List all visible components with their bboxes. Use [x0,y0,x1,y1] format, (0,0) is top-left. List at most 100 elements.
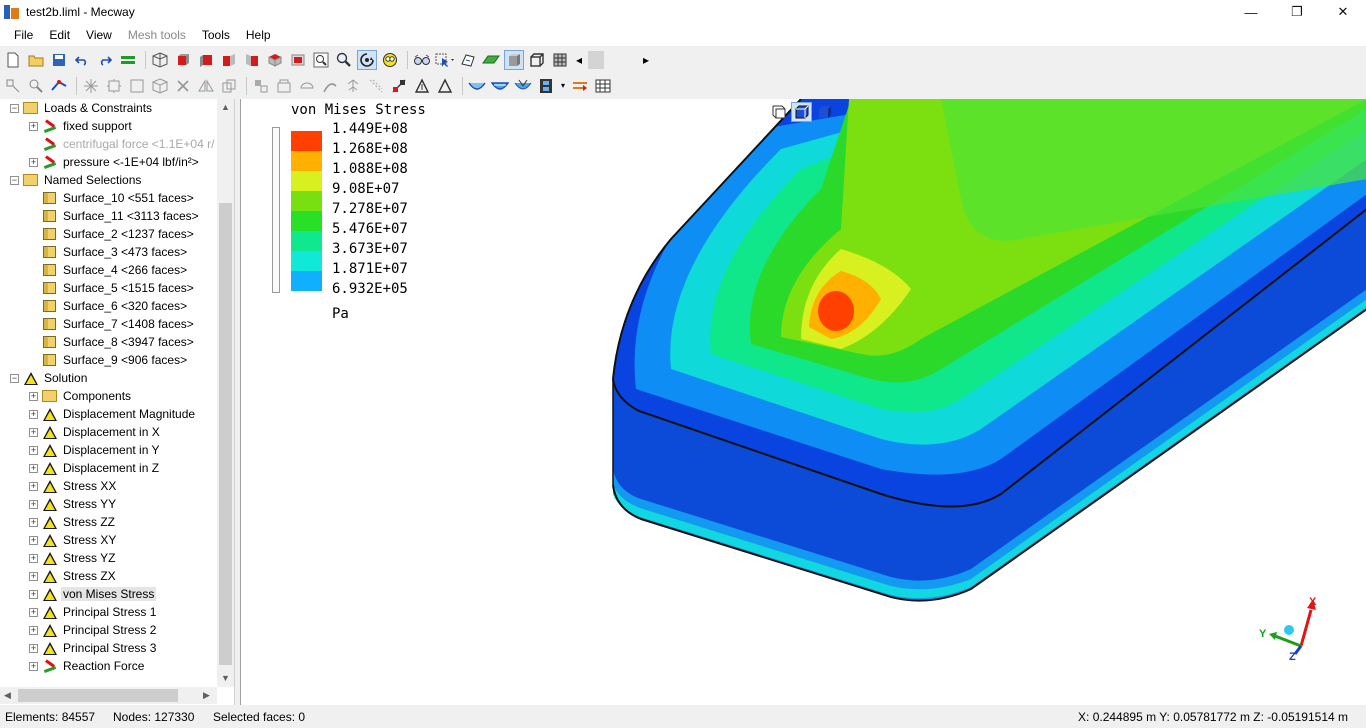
select-elements-icon[interactable] [26,76,46,96]
tree-expander-icon[interactable]: + [29,535,38,545]
new-file-icon[interactable] [3,50,23,70]
scroll-down-arrow-icon[interactable]: ▼ [221,673,230,683]
tree-item[interactable]: + Displacement in X [0,423,217,441]
close-button[interactable]: ✕ [1320,0,1366,24]
rotate-icon[interactable] [357,50,377,70]
select-faces-icon[interactable] [49,76,69,96]
copy-icon[interactable] [219,76,239,96]
sweep-icon[interactable] [366,76,386,96]
select-box-icon[interactable] [458,50,478,70]
split-icon[interactable] [412,76,432,96]
tree-item[interactable]: + Reaction Force [0,657,217,675]
tree-item[interactable]: + Stress YY [0,495,217,513]
tree-expander-icon[interactable]: + [29,409,38,419]
undo-icon[interactable] [72,50,92,70]
scale-icon[interactable] [274,76,294,96]
tree-expander-icon[interactable]: + [29,427,38,437]
left-view-icon[interactable] [219,50,239,70]
tree-expander-icon[interactable]: + [29,391,38,401]
top-view-icon[interactable] [265,50,285,70]
menu-edit[interactable]: Edit [41,24,78,46]
tree-expander-icon[interactable]: + [29,157,38,167]
cube-outline-icon[interactable] [150,76,170,96]
extrude-icon[interactable] [320,76,340,96]
tree-item[interactable]: centrifugal force <1.1E+04 r/ [0,135,217,153]
tree-item[interactable]: Surface_10 <551 faces> [0,189,217,207]
tetra-icon[interactable] [435,76,455,96]
menu-mesh-tools[interactable]: Mesh tools [120,24,194,46]
tree-expander-icon[interactable]: − [10,373,19,383]
hidden-lines-icon[interactable] [550,50,570,70]
tree-expander-icon[interactable]: + [29,643,38,653]
tree-expander-icon[interactable]: + [29,571,38,581]
shaded-edges-view-icon[interactable] [791,102,812,122]
menu-tools[interactable]: Tools [194,24,238,46]
animate-icon[interactable] [513,76,533,96]
tree-item[interactable]: Surface_8 <3947 faces> [0,333,217,351]
tree-item[interactable]: − Solution [0,369,217,387]
tree-item[interactable]: − Named Selections [0,171,217,189]
pan-icon[interactable] [380,50,400,70]
node-icon[interactable] [81,76,101,96]
tree-item[interactable]: + Displacement in Y [0,441,217,459]
tree-item[interactable]: + Principal Stress 1 [0,603,217,621]
select-all-icon[interactable] [127,76,147,96]
table-icon[interactable] [593,76,613,96]
tree-item[interactable]: + Components [0,387,217,405]
tree-expander-icon[interactable]: + [29,121,38,131]
merge-icon[interactable] [389,76,409,96]
toolbar-scroll-right[interactable]: ▸ [640,50,652,70]
zoom-icon[interactable] [334,50,354,70]
tree-horizontal-scrollbar[interactable]: ◀ ▶ [0,687,217,704]
tree-expander-icon[interactable]: + [29,463,38,473]
tree-horizontal-scroll-thumb[interactable] [18,689,178,702]
scroll-right-arrow-icon[interactable]: ▶ [203,690,210,701]
tree-item[interactable]: Surface_11 <3113 faces> [0,207,217,225]
wireframe-cube-icon[interactable] [150,50,170,70]
tree-item[interactable]: + Stress XX [0,477,217,495]
deform-icon[interactable] [570,76,590,96]
tree-expander-icon[interactable]: + [29,517,38,527]
right-view-icon[interactable] [242,50,262,70]
tree-vertical-scroll-thumb[interactable] [219,203,232,665]
revolve-icon[interactable] [343,76,363,96]
surface-icon[interactable] [481,50,501,70]
glasses-icon[interactable] [412,50,432,70]
menu-view[interactable]: View [78,24,120,46]
tree-item[interactable]: + fixed support [0,117,217,135]
tree-item[interactable]: Surface_9 <906 faces> [0,351,217,369]
wireframe-view-icon[interactable] [768,102,789,122]
element-icon[interactable] [104,76,124,96]
minimize-button[interactable]: — [1228,0,1274,24]
tree-item[interactable]: + von Mises Stress [0,585,217,603]
open-folder-icon[interactable] [26,50,46,70]
3d-viewport[interactable]: von Mises Stress Pa 1.449E+08 1.268E+08 1.… [240,99,1366,705]
tree-expander-icon[interactable]: + [29,607,38,617]
tree-expander-icon[interactable]: − [10,175,19,185]
save-icon[interactable] [49,50,69,70]
tree-item[interactable]: + Principal Stress 2 [0,621,217,639]
tree-item[interactable]: + Stress XY [0,531,217,549]
tree-expander-icon[interactable]: − [10,103,19,113]
refine-icon[interactable] [297,76,317,96]
tree-item[interactable]: + Displacement Magnitude [0,405,217,423]
menu-file[interactable]: File [6,24,41,46]
bottom-view-icon[interactable] [288,50,308,70]
tree-item[interactable]: + Stress YZ [0,549,217,567]
cursor-icon[interactable] [435,50,455,70]
tree-expander-icon[interactable]: + [29,553,38,563]
mirror-icon[interactable] [196,76,216,96]
tree-item[interactable]: + Displacement in Z [0,459,217,477]
tree-expander-icon[interactable]: + [29,589,38,599]
menu-help[interactable]: Help [238,24,279,46]
tree-item[interactable]: Surface_4 <266 faces> [0,261,217,279]
tree-item[interactable]: Surface_2 <1237 faces> [0,225,217,243]
zoom-box-icon[interactable] [311,50,331,70]
select-nodes-icon[interactable] [3,76,23,96]
tree-item[interactable]: + Principal Stress 3 [0,639,217,657]
toolbar-scroll-left[interactable]: ◂ [573,50,585,70]
bowl-fill-icon[interactable] [490,76,510,96]
tree-expander-icon[interactable]: + [29,445,38,455]
tree-item[interactable]: Surface_6 <320 faces> [0,297,217,315]
maximize-button[interactable]: ❐ [1274,0,1320,24]
